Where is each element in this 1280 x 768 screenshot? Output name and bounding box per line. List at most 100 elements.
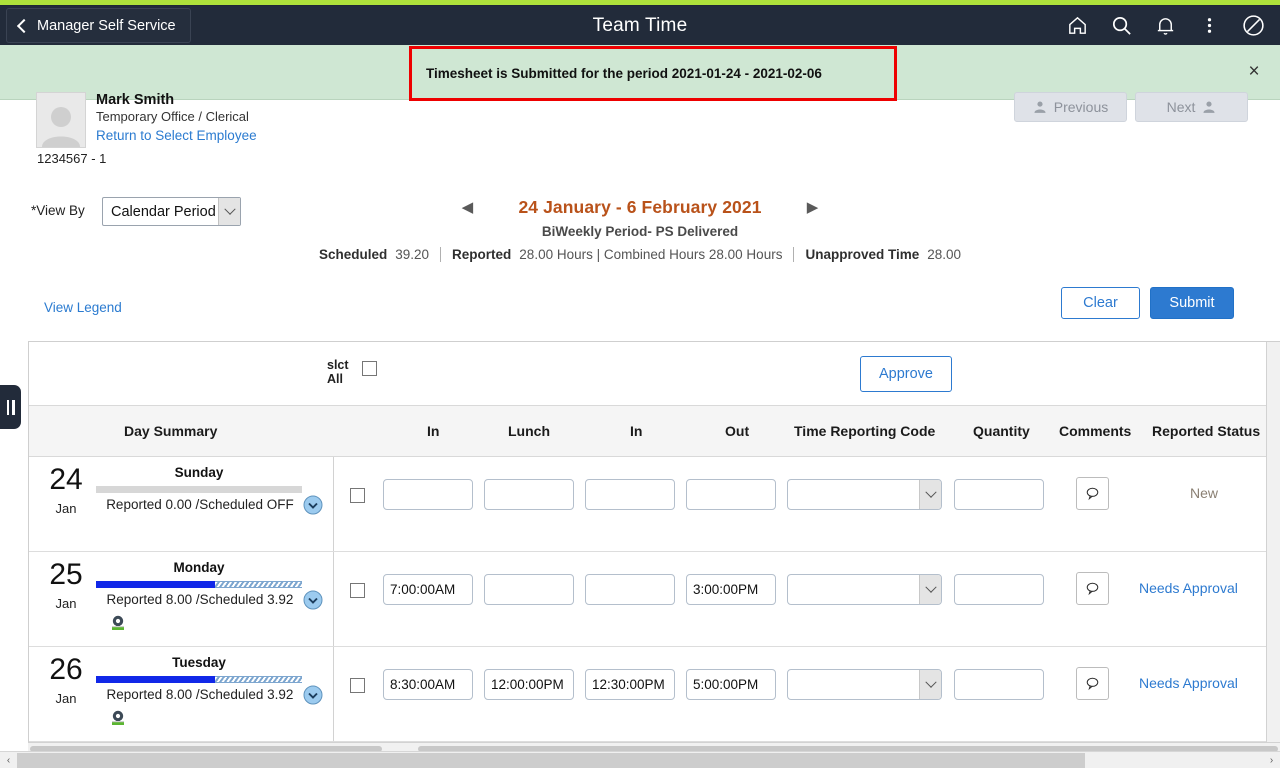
time-reporting-code-select[interactable] — [787, 574, 942, 605]
back-chevron-icon — [15, 19, 29, 33]
in-1-field[interactable] — [383, 479, 473, 510]
comments-button[interactable] — [1076, 667, 1109, 700]
day-number: 24 — [49, 463, 83, 496]
sidebar-toggle-handle[interactable] — [0, 385, 21, 429]
app-header: Manager Self Service Team Time — [0, 6, 1280, 45]
out-field[interactable] — [686, 574, 776, 605]
select-all-checkbox[interactable] — [362, 361, 377, 376]
column-header-in-1: In — [427, 423, 440, 439]
avatar — [36, 92, 86, 148]
time-reporting-code-select[interactable] — [787, 479, 942, 510]
in-1-field[interactable] — [383, 574, 473, 605]
lunch-field[interactable] — [484, 669, 574, 700]
actions-kebab-icon[interactable] — [1190, 7, 1228, 45]
table-row: 24 Jan Sunday Reported 0.00 /Scheduled O… — [29, 457, 1280, 552]
column-header-reported-status: Reported Status — [1152, 423, 1261, 439]
day-summary-text: Reported 8.00 /Scheduled 3.92 — [106, 592, 294, 607]
quantity-field[interactable] — [954, 669, 1044, 700]
return-to-select-employee-link[interactable]: Return to Select Employee — [96, 126, 257, 146]
previous-employee-button[interactable]: Previous — [1014, 92, 1127, 122]
day-progress-bar — [96, 581, 302, 588]
day-month: Jan — [55, 501, 77, 516]
person-icon — [1034, 101, 1046, 113]
lunch-field[interactable] — [484, 574, 574, 605]
select-all-control: slct All — [327, 358, 377, 386]
submit-button[interactable]: Submit — [1150, 287, 1234, 319]
time-reporting-code-select[interactable] — [787, 669, 942, 700]
next-period-button[interactable]: ▶ — [802, 196, 824, 218]
column-header-lunch: Lunch — [508, 423, 550, 439]
reported-total-label: Reported — [452, 247, 512, 262]
previous-employee-label: Previous — [1053, 99, 1109, 115]
out-field[interactable] — [686, 479, 776, 510]
search-icon[interactable] — [1102, 7, 1140, 45]
header-icon-group — [1058, 6, 1272, 45]
day-entry-cell: Needs Approval — [334, 552, 1280, 646]
divider — [440, 247, 442, 262]
reported-total-value: 28.00 Hours | Combined Hours 28.00 Hours — [519, 247, 783, 262]
column-header-in-2: In — [630, 423, 643, 439]
grid-vertical-scrollbar[interactable] — [1266, 342, 1280, 745]
grid-rows: 24 Jan Sunday Reported 0.00 /Scheduled O… — [29, 457, 1280, 742]
row-select-checkbox[interactable] — [350, 678, 365, 693]
day-weekday: Sunday — [174, 465, 224, 480]
period-title: 24 January - 6 February 2021 — [518, 196, 762, 217]
notifications-bell-icon[interactable] — [1146, 7, 1184, 45]
day-weekday: Monday — [173, 560, 225, 575]
home-icon[interactable] — [1058, 7, 1096, 45]
unapproved-total-label: Unapproved Time — [805, 247, 920, 262]
previous-period-button[interactable]: ◀ — [456, 196, 478, 218]
day-summary-cell: 24 Jan Sunday Reported 0.00 /Scheduled O… — [29, 457, 334, 551]
expand-row-chevron-icon[interactable] — [303, 685, 323, 705]
in-2-field[interactable] — [585, 479, 675, 510]
in-2-field[interactable] — [585, 574, 675, 605]
day-entry-cell: New — [334, 457, 1280, 551]
in-1-field[interactable] — [383, 669, 473, 700]
comments-button[interactable] — [1076, 572, 1109, 605]
day-number: 25 — [49, 558, 83, 591]
row-select-checkbox[interactable] — [350, 583, 365, 598]
scrollbar-track[interactable] — [1085, 752, 1263, 768]
comment-bubble-icon — [1086, 677, 1099, 691]
page-horizontal-scrollbar[interactable]: ‹ › — [0, 751, 1280, 768]
divider — [793, 247, 795, 262]
quantity-field[interactable] — [954, 574, 1044, 605]
employee-summary: Mark Smith Temporary Office / Clerical R… — [36, 92, 257, 166]
in-2-field[interactable] — [585, 669, 675, 700]
row-select-checkbox[interactable] — [350, 488, 365, 503]
chevron-down-icon — [218, 198, 240, 225]
schedule-icon — [109, 709, 127, 732]
column-header-comments: Comments — [1059, 423, 1132, 439]
close-icon[interactable]: × — [1242, 59, 1266, 83]
back-to-manager-self-service-button[interactable]: Manager Self Service — [6, 8, 191, 43]
scroll-left-arrow-icon[interactable]: ‹ — [0, 752, 17, 768]
reported-status-link[interactable]: Needs Approval — [1139, 675, 1238, 691]
reported-status-link[interactable]: Needs Approval — [1139, 580, 1238, 596]
column-header-day-summary: Day Summary — [124, 423, 218, 439]
period-totals: Scheduled 39.20 Reported 28.00 Hours | C… — [0, 247, 1280, 262]
out-field[interactable] — [686, 669, 776, 700]
expand-row-chevron-icon[interactable] — [303, 495, 323, 515]
day-entry-cell: Needs Approval — [334, 647, 1280, 741]
chevron-down-icon — [919, 670, 941, 699]
navbar-compass-icon[interactable] — [1234, 7, 1272, 45]
day-progress-bar — [96, 486, 302, 493]
table-row: 25 Jan Monday Reported 8.00 /Scheduled 3… — [29, 552, 1280, 647]
comments-button[interactable] — [1076, 477, 1109, 510]
chevron-down-icon — [919, 575, 941, 604]
view-by-select[interactable]: Calendar Period — [102, 197, 241, 226]
next-employee-button[interactable]: Next — [1135, 92, 1248, 122]
quantity-field[interactable] — [954, 479, 1044, 510]
clear-button[interactable]: Clear — [1061, 287, 1140, 319]
approve-button[interactable]: Approve — [860, 356, 952, 392]
expand-row-chevron-icon[interactable] — [303, 590, 323, 610]
reported-status: New — [1190, 485, 1219, 501]
lunch-field[interactable] — [484, 479, 574, 510]
view-legend-link[interactable]: View Legend — [44, 300, 122, 315]
scrollbar-thumb[interactable] — [17, 752, 1085, 768]
scroll-right-arrow-icon[interactable]: › — [1263, 752, 1280, 768]
day-summary-text: Reported 8.00 /Scheduled 3.92 — [106, 687, 294, 702]
day-month: Jan — [55, 596, 77, 611]
select-all-label-line1: slct — [327, 358, 349, 372]
column-header-time-reporting-code: Time Reporting Code — [794, 423, 936, 439]
